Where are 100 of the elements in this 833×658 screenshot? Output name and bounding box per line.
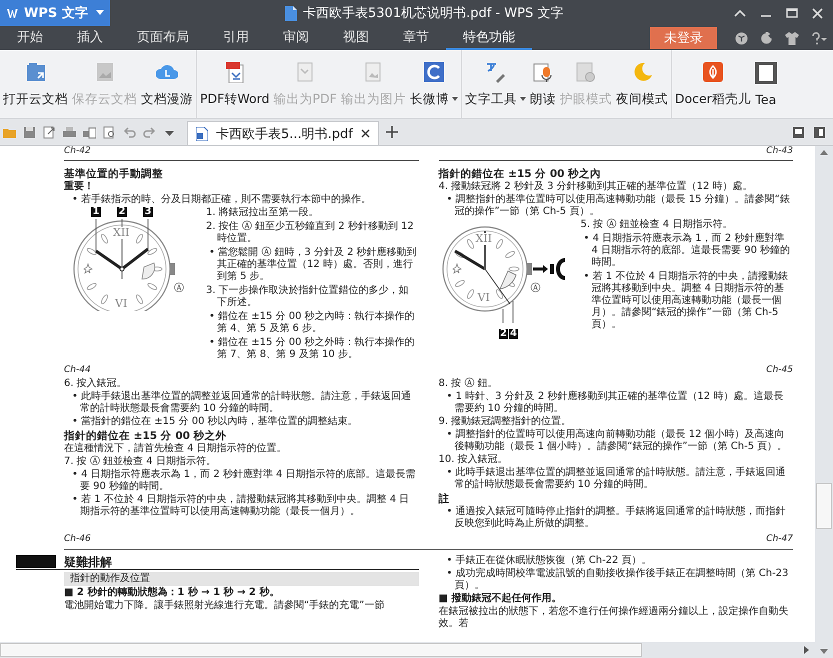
scroll-right-icon[interactable] (804, 646, 809, 654)
bullet-text: • 當您鬆開 Ⓐ 鈕時，3 分針及 2 秒針應移動到其正確的基準位置（12 時）處。否則，進行到第 5 步。 (208, 247, 418, 283)
step-text: 6. 按入錶冠。 (64, 378, 128, 390)
step-text: 2. 按住 Ⓐ 鈕至少五秒鐘直到 2 秒針移動到 12 時位置。 (206, 221, 415, 245)
step-text: 9. 撥動錶冠調整指針的位置。 (438, 416, 572, 428)
ribbon-icon (484, 60, 506, 82)
menu-tab[interactable]: 页面布局 (120, 26, 206, 50)
note-label: 重要！ (64, 181, 95, 193)
menu-tab[interactable]: 引用 (206, 26, 266, 50)
ribbon-button[interactable]: 打开云文档 (1, 50, 70, 118)
ribbon-button[interactable]: Docer稻壳儿 (672, 50, 753, 118)
ribbon-button[interactable]: Tea (752, 50, 779, 118)
step-text: 7. 按 Ⓐ 鈕並檢查 4 日期指示符。 (64, 456, 217, 468)
button-label: Ⓐ (174, 283, 184, 294)
dial-numeral: XII (476, 233, 492, 245)
dial-numeral: XII (113, 227, 130, 239)
menu-tab[interactable]: 视图 (326, 26, 386, 50)
caret-icon (520, 97, 526, 101)
menu-tab[interactable]: 开始 (0, 26, 60, 50)
ribbon-icon (422, 60, 445, 82)
problem-heading: ■ 撥動錶冠不起任何作用。 (438, 593, 562, 605)
ribbon-icon (532, 60, 554, 82)
bullet-text: • 若 1 不位於 4 日期指示符的中央，請撥動錶冠將其移動到中央。調整 4 日期指示符的基準位置時可以使用高速轉動功能（最長一個月）。請參閱“錶冠的操作”一節（第 Ch-5 頁）。 (582, 271, 790, 331)
step-text: 1. 將錶冠拉出至第一段。 (206, 207, 320, 219)
page-number: Ch-43 (766, 146, 793, 156)
bullet-text: • 此時手錶退出基準位置的調整並返回通常的計時狀態。請注意，手錶返回通常的計時狀態最長會需要約 10 分鐘的時間。 (446, 467, 787, 491)
ribbon-button[interactable]: 文字工具 (462, 50, 528, 118)
panel-icon[interactable] (814, 126, 825, 138)
paragraph: 電池開始電力下降。讓手錶照射光線進行充電。請參閱“手錶的充電”一節 (64, 600, 386, 612)
section-marker (16, 555, 56, 568)
scrollbar-thumb[interactable] (0, 643, 642, 657)
print-preview-icon[interactable] (83, 126, 96, 138)
menu-tab[interactable]: 审阅 (266, 26, 326, 50)
help-icon[interactable] (811, 32, 827, 44)
panel-icon[interactable] (793, 126, 804, 138)
step-text: 4. 撥動錶冠將 2 秒針及 3 分針移動到其正確的基準位置（12 時）處。 (438, 181, 754, 193)
page-number: Ch-42 (64, 146, 91, 156)
ribbon-button[interactable]: 朗读 (528, 50, 558, 118)
wps-logo-icon (6, 7, 18, 19)
print-icon[interactable] (63, 126, 76, 138)
export-icon[interactable] (43, 126, 56, 138)
callout-number: 1 (91, 207, 101, 217)
page-number: Ch-46 (64, 534, 91, 544)
bullet-text: • 通過按入錶冠可隨時停止指針的調整。手錶將返回通常的計時狀態，而指針反映您到此時為止所做的調整。 (446, 506, 787, 530)
ribbon-icon (24, 60, 46, 82)
ribbon-button[interactable]: 夜间模式 (614, 50, 670, 118)
bullet-text: • 此時手錶退出基準位置的調整並返回通常的計時狀態。請注意，手錶返回通常的計時狀態最長會需要約 10 分鐘的時間。 (71, 391, 412, 415)
section-heading: 基準位置的手動調整 (64, 168, 164, 180)
bullet-text: • 錯位在 ±15 分 00 秒之內時：執行本操作的第 4、第 5 及第 6 步。 (208, 311, 416, 335)
page-number: Ch-44 (64, 365, 91, 375)
bullet-text: • 錯位在 ±15 分 00 秒之外時：執行本操作的第 7、第 8、第 9 及第 10 步。 (208, 337, 416, 361)
bullet-text: • 4 日期指示符應表示為 1，而 2 秒針應對準 4 日期指示符的底部。這最長需要 90 秒鐘的時間。 (582, 233, 792, 269)
callout-number: 4 (508, 329, 518, 339)
step-text: 5. 按 Ⓐ 鈕並檢查 4 日期指示符。 (580, 219, 734, 231)
step-text: 3. 下一步操作取決於指針位置錯位的多少，如下所述。 (206, 285, 410, 309)
bullet-text: • 成功完成時間校準電波訊號的自動接收操作後手錶正在調整時間（第 Ch-23 頁）。 (446, 568, 790, 592)
bullet-text: • 調整指針的位置時可以使用高速向前轉動功能（最長 12 個小時）及高速向後轉動功能（最長 1 個小時）。請參閱“錶冠的操作”一節（第 Ch-5 頁）。 (446, 429, 788, 453)
caret-icon[interactable] (96, 10, 104, 16)
bullet-text: • 手錶正在從休眠狀態恢復（第 Ch-22 頁）。 (446, 555, 653, 567)
vertical-scrollbar[interactable] (815, 146, 833, 658)
app-menu-button[interactable]: WPS 文字 (0, 0, 110, 26)
section-heading: 指針的錯位在 ±15 分 00 秒之內 (438, 168, 602, 180)
scroll-up-icon[interactable] (820, 150, 828, 155)
ribbon-icon (702, 60, 724, 82)
section-title: 疑難排解 (64, 556, 112, 568)
new-tab-icon[interactable] (386, 126, 398, 138)
horizontal-scrollbar[interactable] (0, 642, 815, 658)
scroll-down-icon[interactable] (820, 649, 828, 654)
ribbon-button[interactable]: 长微博 (408, 50, 460, 118)
bullet-text: • 當指針的錯位在 ±15 分 00 秒以內時，基準位置的調整結束。 (71, 416, 359, 428)
app-name: WPS 文字 (24, 4, 88, 22)
bullet-text: • 若 1 不位於 4 日期指示符的中央，請撥動錶冠將其移動到中央。調整 4 日期指示符的基準位置時可以使用高速轉動功能（最長一個月）。 (71, 494, 410, 518)
save-icon[interactable] (23, 126, 36, 138)
window-title: 卡西欧手表5301机芯说明书.pdf - WPS 文字 (303, 5, 564, 22)
button-label: Ⓐ (530, 283, 540, 294)
ribbon-icon (574, 60, 597, 82)
maximize-icon[interactable] (786, 8, 798, 18)
ribbon-button[interactable]: 文档漫游 (139, 50, 195, 118)
ribbon-icon (754, 62, 777, 84)
section-heading: 註 (438, 493, 450, 505)
bullet-text: • 調整指針的基準位置時可以使用高速轉動功能（最長 15 分鐘）。請參閱“錶冠的操作”一節（第 Ch-5 頁）。 (446, 194, 791, 218)
menu-tab[interactable]: 章节 (386, 26, 446, 50)
menu-tab[interactable]: 插入 (60, 26, 120, 50)
paragraph: 在錶冠被拉出的狀態下，若您不進行任何操作經過兩分鐘以上，設定操作自動失效。若 (438, 606, 790, 630)
preview-icon[interactable] (103, 126, 116, 138)
document-tab[interactable]: 卡西欧手表5...明书.pdf (187, 121, 379, 145)
bullet-text: • 1 時針、3 分針及 2 秒針應移動到其正確的基準位置（12 時）處。這最長需要約 10 分鐘的時間。 (446, 391, 784, 415)
collapse-icon[interactable] (734, 9, 746, 17)
ribbon-button[interactable]: PDF转Word (198, 50, 272, 118)
close-icon[interactable] (360, 129, 370, 138)
caret-icon (452, 97, 458, 101)
problem-heading: ■ 2 秒針的轉動狀態為：1 秒 → 1 秒 → 2 秒。 (64, 587, 280, 599)
section-heading: 指針的錯位在 ±15 分 00 秒之外 (64, 430, 228, 442)
shirt-icon[interactable] (785, 32, 799, 44)
bullet-text: • 若手錶指示的時、分及日期都正確，則不需要執行本節中的操作。 (71, 194, 372, 206)
dial-numeral: VI (478, 292, 490, 304)
subheading-bar: 指針的動作及位置 (64, 572, 418, 586)
scrollbar-thumb[interactable] (816, 483, 832, 529)
page-number: Ch-45 (766, 365, 793, 375)
dial-numeral: VI (115, 298, 128, 310)
